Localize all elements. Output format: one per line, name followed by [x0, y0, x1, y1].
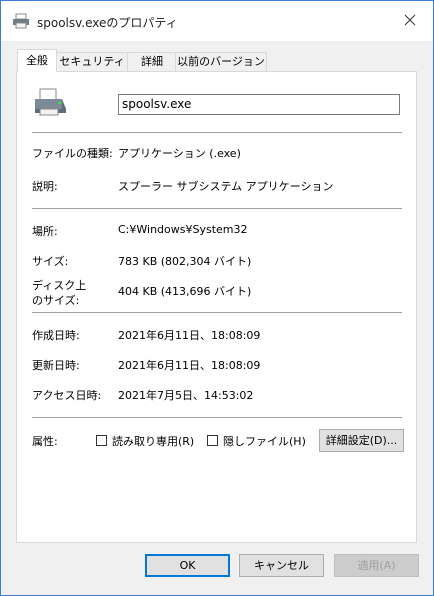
printer-icon	[12, 13, 30, 29]
created-label: 作成日時:	[32, 329, 80, 342]
attributes-label: 属性:	[32, 435, 58, 448]
location-label: 場所:	[32, 225, 58, 238]
tab-security-label: セキュリティ	[59, 55, 125, 68]
modified-label: 更新日時:	[32, 359, 80, 372]
tab-details[interactable]: 詳細	[127, 52, 177, 71]
readonly-checkbox[interactable]	[96, 435, 107, 446]
window-title: spoolsv.exeのプロパティ	[37, 16, 178, 30]
advanced-button-label: 詳細設定(D)...	[325, 434, 398, 447]
location-value: C:¥Windows¥System32	[118, 223, 248, 236]
apply-button-label: 適用(A)	[357, 559, 396, 572]
close-button[interactable]	[387, 1, 433, 41]
file-type-label: ファイルの種類:	[32, 147, 113, 160]
size-value: 783 KB (802,304 バイト)	[118, 255, 252, 268]
disk-size-label-line2: のサイズ:	[32, 294, 80, 307]
properties-window: spoolsv.exeのプロパティ 全般 セキュリティ 詳細 以前のバージョン	[0, 0, 434, 596]
file-type-value: アプリケーション (.exe)	[118, 147, 241, 160]
divider	[32, 132, 402, 133]
ok-button-label: OK	[179, 559, 196, 572]
hidden-label[interactable]: 隠しファイル(H)	[223, 433, 306, 449]
close-icon	[404, 14, 416, 26]
description-label: 説明:	[32, 180, 58, 193]
description-value: スプーラー サブシステム アプリケーション	[118, 180, 334, 193]
tab-details-label: 詳細	[141, 55, 163, 68]
tab-security[interactable]: セキュリティ	[55, 52, 129, 71]
general-panel: spoolsv.exe ファイルの種類: アプリケーション (.exe) 説明:…	[16, 71, 417, 543]
tab-previous-versions[interactable]: 以前のバージョン	[175, 52, 267, 71]
cancel-button[interactable]: キャンセル	[239, 554, 324, 577]
advanced-button[interactable]: 詳細設定(D)...	[319, 429, 404, 452]
hidden-checkbox[interactable]	[207, 435, 218, 446]
size-label: サイズ:	[32, 255, 69, 268]
apply-button[interactable]: 適用(A)	[334, 554, 419, 577]
tab-previous-versions-label: 以前のバージョン	[177, 55, 265, 68]
created-value: 2021年6月11日、18:08:09	[118, 329, 261, 342]
title-bar[interactable]: spoolsv.exeのプロパティ	[1, 1, 433, 41]
divider	[32, 208, 402, 209]
disk-size-label-line1: ディスク上	[32, 279, 87, 292]
accessed-label: アクセス日時:	[32, 389, 102, 402]
disk-size-value: 404 KB (413,696 バイト)	[118, 285, 252, 298]
modified-value: 2021年6月11日、18:08:09	[118, 359, 261, 372]
cancel-button-label: キャンセル	[254, 559, 309, 572]
accessed-value: 2021年7月5日、14:53:02	[118, 389, 254, 402]
divider	[32, 312, 402, 313]
ok-button[interactable]: OK	[145, 554, 230, 577]
divider	[32, 417, 402, 418]
file-name-field[interactable]: spoolsv.exe	[118, 94, 400, 115]
file-printer-icon	[32, 87, 68, 122]
readonly-label[interactable]: 読み取り専用(R)	[112, 433, 194, 449]
tab-general-label: 全般	[26, 54, 48, 67]
tab-general[interactable]: 全般	[17, 49, 57, 72]
